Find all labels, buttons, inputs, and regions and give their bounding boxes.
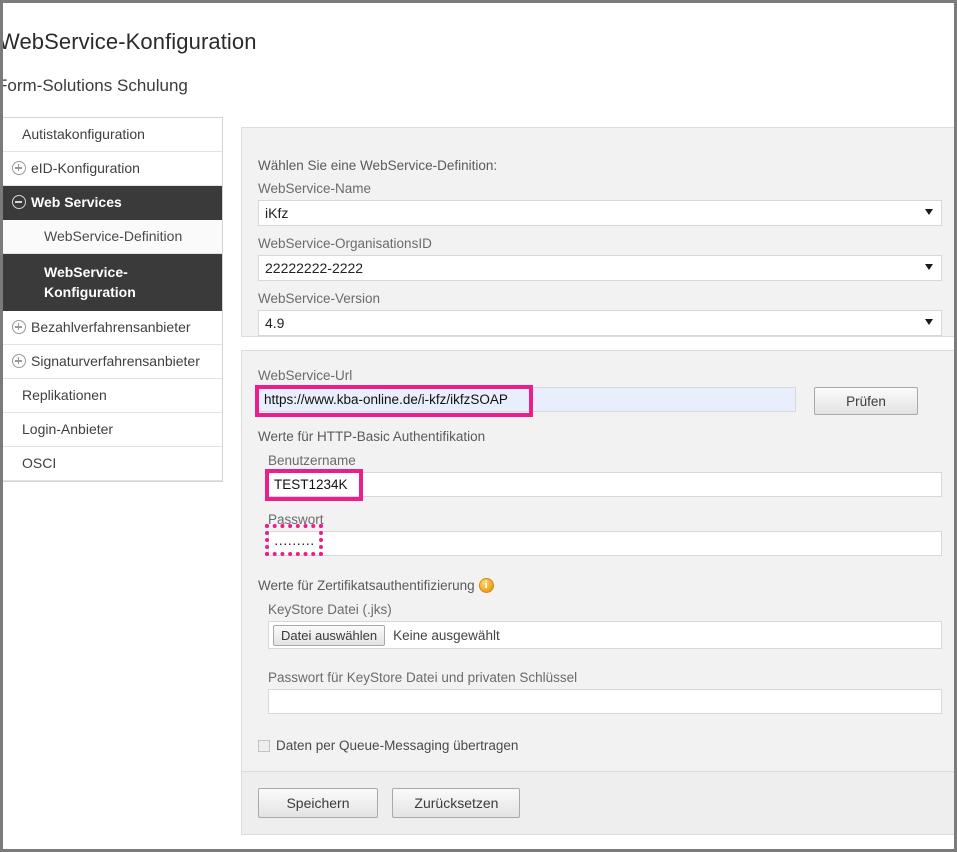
sidebar-item-webservice-definition[interactable]: WebService-Definition: [3, 220, 222, 254]
sidebar-item-label: Replikationen: [22, 387, 107, 403]
speichern-button[interactable]: Speichern: [258, 788, 378, 818]
webservice-version-select[interactable]: 4.9: [258, 310, 942, 336]
page-content: WebService-Konfiguration Form-Solutions …: [3, 3, 954, 849]
webservice-version-select-wrap: 4.9: [258, 310, 942, 345]
sidebar-item-label: Bezahlverfahrensanbieter: [31, 319, 191, 335]
sidebar-item-label: WebService-Definition: [44, 228, 183, 244]
sidebar-item-label: Web Services: [31, 194, 122, 210]
sidebar-item-label: OSCI: [22, 455, 57, 471]
sidebar-item-label: Login-Anbieter: [22, 421, 114, 437]
page-header: WebService-Konfiguration Form-Solutions …: [3, 3, 954, 113]
keystore-file-input[interactable]: Datei auswählen Keine ausgewählt: [268, 621, 942, 649]
sidebar-item-label: WebService-Konfiguration: [44, 264, 136, 300]
sidebar-item-label: Autistakonfiguration: [22, 126, 145, 142]
info-icon[interactable]: [478, 578, 494, 593]
minus-circle-icon[interactable]: [12, 195, 26, 209]
pruefen-button[interactable]: Prüfen: [814, 387, 918, 415]
page-title: WebService-Konfiguration: [3, 29, 257, 54]
sidebar-item-replikationen[interactable]: Replikationen: [3, 379, 222, 413]
definition-hint: Wählen Sie eine WebService-Definition:: [258, 158, 498, 173]
file-status-label: Keine ausgewählt: [393, 627, 500, 643]
webservice-name-label: WebService-Name: [258, 181, 372, 196]
queue-messaging-checkbox[interactable]: [258, 739, 270, 752]
sidebar-item-bezahlverfahrensanbieter[interactable]: Bezahlverfahrensanbieter: [3, 311, 222, 345]
sidebar-item-autistakonfiguration[interactable]: Autistakonfiguration: [3, 118, 222, 152]
benutzername-label: Benutzername: [268, 453, 356, 468]
keystore-datei-label: KeyStore Datei (.jks): [268, 602, 392, 617]
sidebar-nav: Autistakonfiguration eID-Konfiguration W…: [3, 117, 223, 482]
queue-messaging-label: Daten per Queue-Messaging übertragen: [276, 738, 519, 753]
webservice-url-row: Prüfen: [258, 387, 942, 415]
passwort-input[interactable]: [268, 531, 942, 556]
window-frame: WebService-Konfiguration Form-Solutions …: [0, 0, 957, 852]
sidebar-item-eid-konfiguration[interactable]: eID-Konfiguration: [3, 152, 222, 186]
webservice-definition-panel: Wählen Sie eine WebService-Definition: W…: [241, 127, 954, 337]
webservice-name-select[interactable]: iKfz: [258, 200, 942, 226]
webservice-orgid-select[interactable]: 22222222-2222: [258, 255, 942, 281]
webservice-name-select-wrap: iKfz: [258, 200, 942, 235]
plus-circle-icon[interactable]: [12, 354, 26, 368]
sidebar-item-label: eID-Konfiguration: [31, 160, 140, 176]
basic-auth-fields: Benutzername Passwort: [268, 452, 942, 556]
certificate-fields: KeyStore Datei (.jks) Datei auswählen Ke…: [268, 601, 942, 714]
passwort-label: Passwort: [268, 512, 324, 527]
form-action-bar: Speichern Zurücksetzen: [242, 771, 954, 834]
sidebar-item-webservice-konfiguration[interactable]: WebService-Konfiguration: [3, 254, 222, 311]
main-content: Wählen Sie eine WebService-Definition: W…: [241, 127, 954, 835]
sidebar-item-login-anbieter[interactable]: Login-Anbieter: [3, 413, 222, 447]
sidebar-item-signaturverfahrensanbieter[interactable]: Signaturverfahrensanbieter: [3, 345, 222, 379]
webservice-orgid-select-wrap: 22222222-2222: [258, 255, 942, 290]
webservice-url-label: WebService-Url: [258, 368, 353, 383]
zertifikatsauthentifizierung-text: Werte für Zertifikatsauthentifizierung: [258, 578, 475, 593]
organisation-title: Form-Solutions Schulung: [3, 76, 188, 95]
sidebar-item-osci[interactable]: OSCI: [3, 447, 222, 481]
zertifikatsauthentifizierung-label: Werte für Zertifikatsauthentifizierung: [258, 578, 942, 593]
keystore-passwort-input[interactable]: [268, 689, 942, 714]
sidebar-item-label: Signaturverfahrensanbieter: [31, 353, 200, 369]
webservice-orgid-label: WebService-OrganisationsID: [258, 236, 432, 251]
datei-auswaehlen-button[interactable]: Datei auswählen: [273, 624, 386, 646]
keystore-passwort-label: Passwort für KeyStore Datei und privaten…: [268, 670, 578, 685]
sidebar-item-web-services[interactable]: Web Services: [3, 186, 222, 220]
webservice-url-input[interactable]: [258, 387, 796, 412]
queue-messaging-row[interactable]: Daten per Queue-Messaging übertragen: [258, 738, 942, 753]
webservice-version-label: WebService-Version: [258, 291, 381, 306]
webservice-konfiguration-panel: WebService-Url Prüfen Werte für HTTP-Bas…: [241, 350, 954, 835]
zuruecksetzen-button[interactable]: Zurücksetzen: [392, 788, 521, 818]
plus-circle-icon[interactable]: [12, 320, 26, 334]
http-basic-auth-label: Werte für HTTP-Basic Authentifikation: [258, 429, 486, 444]
benutzername-input[interactable]: [268, 472, 942, 497]
plus-circle-icon[interactable]: [12, 161, 26, 175]
